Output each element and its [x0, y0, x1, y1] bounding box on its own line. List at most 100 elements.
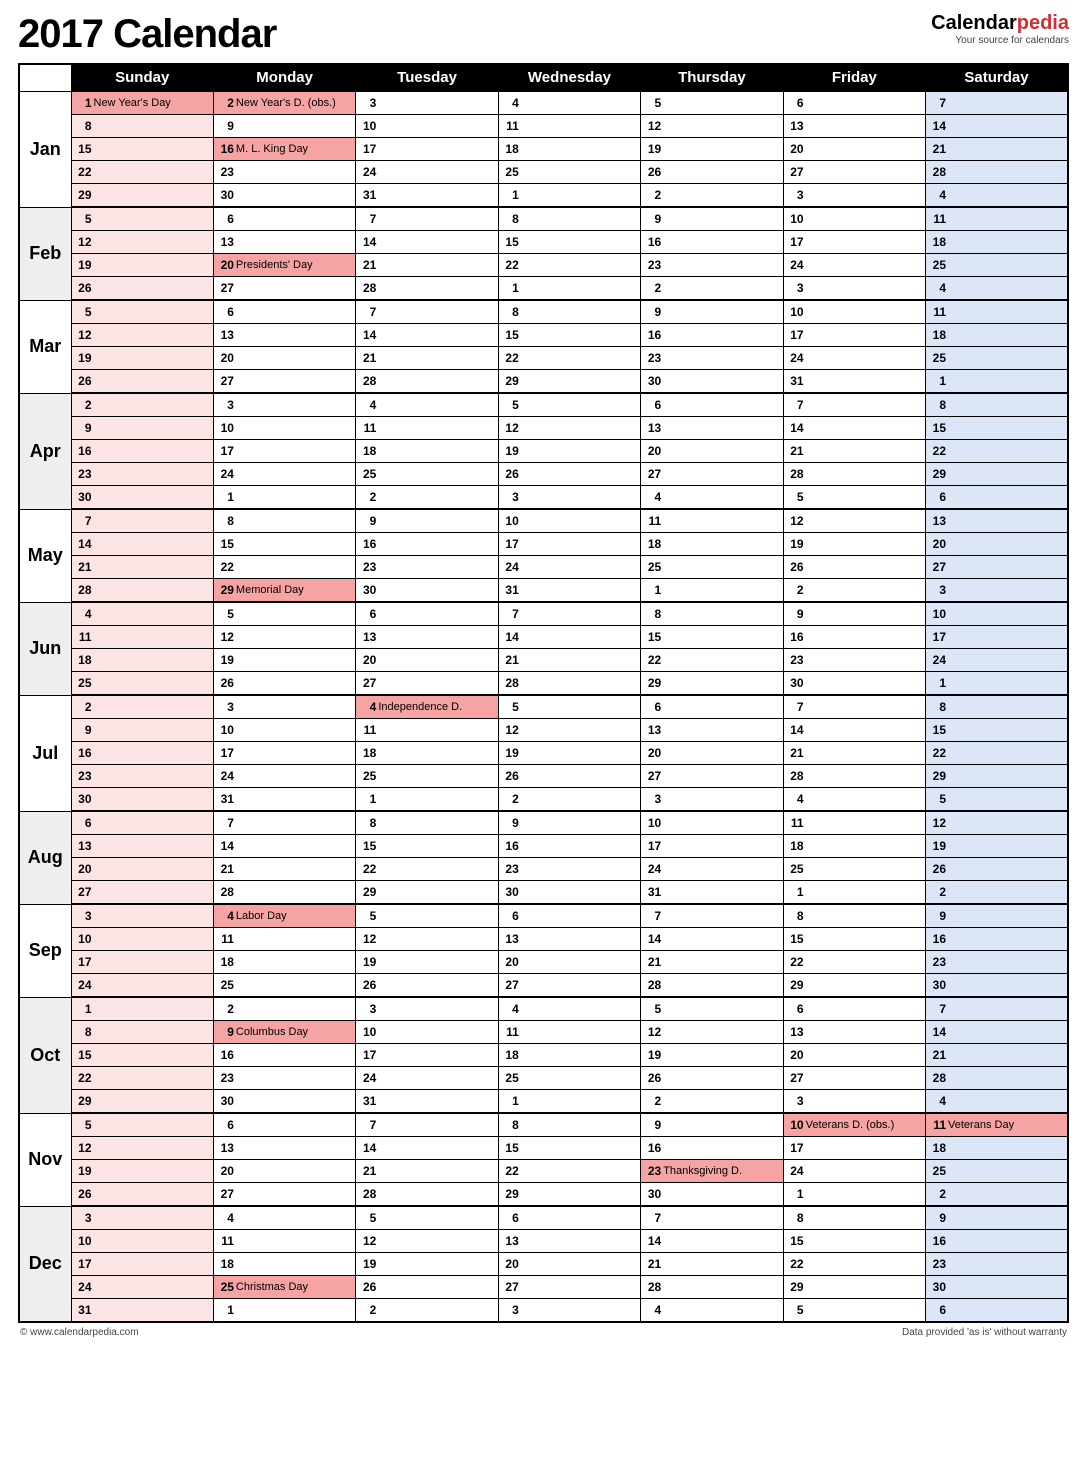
day-number: 4	[356, 394, 378, 416]
day-cell: 4	[926, 184, 1068, 208]
day-cell: 3	[356, 997, 498, 1021]
day-number: 13	[641, 417, 663, 439]
day-number: 6	[641, 394, 663, 416]
brand-tagline: Your source for calendars	[931, 35, 1069, 46]
day-number: 20	[641, 440, 663, 462]
day-cell: 29	[783, 1276, 925, 1299]
day-number: 21	[214, 858, 236, 880]
day-cell: 24	[213, 463, 355, 486]
day-cell: 17	[783, 324, 925, 347]
day-number: 24	[214, 765, 236, 787]
day-number: 17	[356, 1044, 378, 1066]
week-row: 20212223242526	[19, 858, 1068, 881]
day-number: 6	[499, 905, 521, 927]
day-number: 27	[784, 1067, 806, 1089]
day-number: 10	[499, 510, 521, 532]
day-cell: 4	[71, 602, 213, 626]
day-number: 2	[641, 277, 663, 299]
day-number: 29	[926, 463, 948, 485]
day-number: 6	[784, 998, 806, 1020]
day-cell: 24	[783, 254, 925, 277]
day-cell: 20	[783, 1044, 925, 1067]
day-cell: 25	[783, 858, 925, 881]
day-cell: 7	[356, 207, 498, 231]
day-cell: 21	[783, 440, 925, 463]
day-cell: 12	[498, 417, 640, 440]
holiday-label: Christmas Day	[236, 1276, 308, 1298]
day-number: 21	[926, 138, 948, 160]
day-cell: 3	[783, 1090, 925, 1114]
day-number: 18	[72, 649, 94, 671]
day-number: 9	[499, 812, 521, 834]
day-cell: 10	[641, 811, 783, 835]
dow-mon: Monday	[213, 64, 355, 91]
day-number: 29	[784, 1276, 806, 1298]
day-number: 15	[499, 324, 521, 346]
day-cell: 7	[498, 602, 640, 626]
day-cell: 30	[71, 788, 213, 812]
holiday-label: Columbus Day	[236, 1021, 308, 1043]
day-number: 20	[214, 254, 236, 276]
day-number: 13	[926, 510, 948, 532]
day-number: 27	[784, 161, 806, 183]
day-cell: 16	[926, 928, 1068, 951]
day-number: 30	[72, 486, 94, 508]
day-number: 29	[72, 184, 94, 206]
day-cell: 20	[213, 347, 355, 370]
day-number: 4	[214, 1207, 236, 1229]
day-cell: 20	[783, 138, 925, 161]
day-cell: 12	[926, 811, 1068, 835]
day-cell: 21	[71, 556, 213, 579]
day-cell: 23	[71, 765, 213, 788]
day-cell: 2	[71, 695, 213, 719]
day-number: 21	[926, 1044, 948, 1066]
day-cell: 11Veterans Day	[926, 1113, 1068, 1137]
day-cell: 27	[498, 1276, 640, 1299]
day-number: 7	[356, 1114, 378, 1136]
footer: © www.calendarpedia.com Data provided 'a…	[18, 1323, 1069, 1338]
day-number: 1	[72, 92, 94, 114]
day-number: 13	[784, 115, 806, 137]
day-number: 20	[214, 347, 236, 369]
day-number: 3	[784, 184, 806, 206]
day-number: 27	[214, 370, 236, 392]
day-cell: 28	[926, 161, 1068, 184]
day-number: 6	[214, 1114, 236, 1136]
week-row: 19202122232425	[19, 347, 1068, 370]
day-cell: 17	[71, 1253, 213, 1276]
day-number: 8	[926, 696, 948, 718]
day-number: 16	[641, 231, 663, 253]
day-number: 2	[499, 788, 521, 810]
day-cell: 11	[356, 719, 498, 742]
day-cell: 30	[641, 370, 783, 394]
day-cell: 16	[498, 835, 640, 858]
day-number: 20	[499, 951, 521, 973]
day-cell: 19	[356, 1253, 498, 1276]
day-cell: 13	[213, 324, 355, 347]
day-number: 23	[641, 254, 663, 276]
day-cell: 9	[926, 904, 1068, 928]
day-number: 11	[72, 626, 94, 648]
day-number: 1	[499, 184, 521, 206]
day-cell: 3	[71, 904, 213, 928]
day-number: 5	[641, 998, 663, 1020]
day-cell: 3	[498, 486, 640, 510]
day-number: 25	[214, 1276, 236, 1298]
day-cell: 11	[213, 1230, 355, 1253]
week-row: 272829303112	[19, 881, 1068, 905]
day-cell: 21	[926, 138, 1068, 161]
day-number: 3	[784, 277, 806, 299]
month-label: Mar	[19, 300, 71, 393]
day-number: 10	[356, 115, 378, 137]
day-cell: 24	[641, 858, 783, 881]
day-number: 1	[499, 1090, 521, 1112]
day-number: 6	[356, 603, 378, 625]
week-row: 891011121314	[19, 115, 1068, 138]
day-number: 5	[72, 301, 94, 323]
day-cell: 9	[71, 417, 213, 440]
week-row: 14151617181920	[19, 533, 1068, 556]
day-number: 5	[214, 603, 236, 625]
week-row: 13141516171819	[19, 835, 1068, 858]
day-cell: 23Thanksgiving D.	[641, 1160, 783, 1183]
day-number: 27	[926, 556, 948, 578]
